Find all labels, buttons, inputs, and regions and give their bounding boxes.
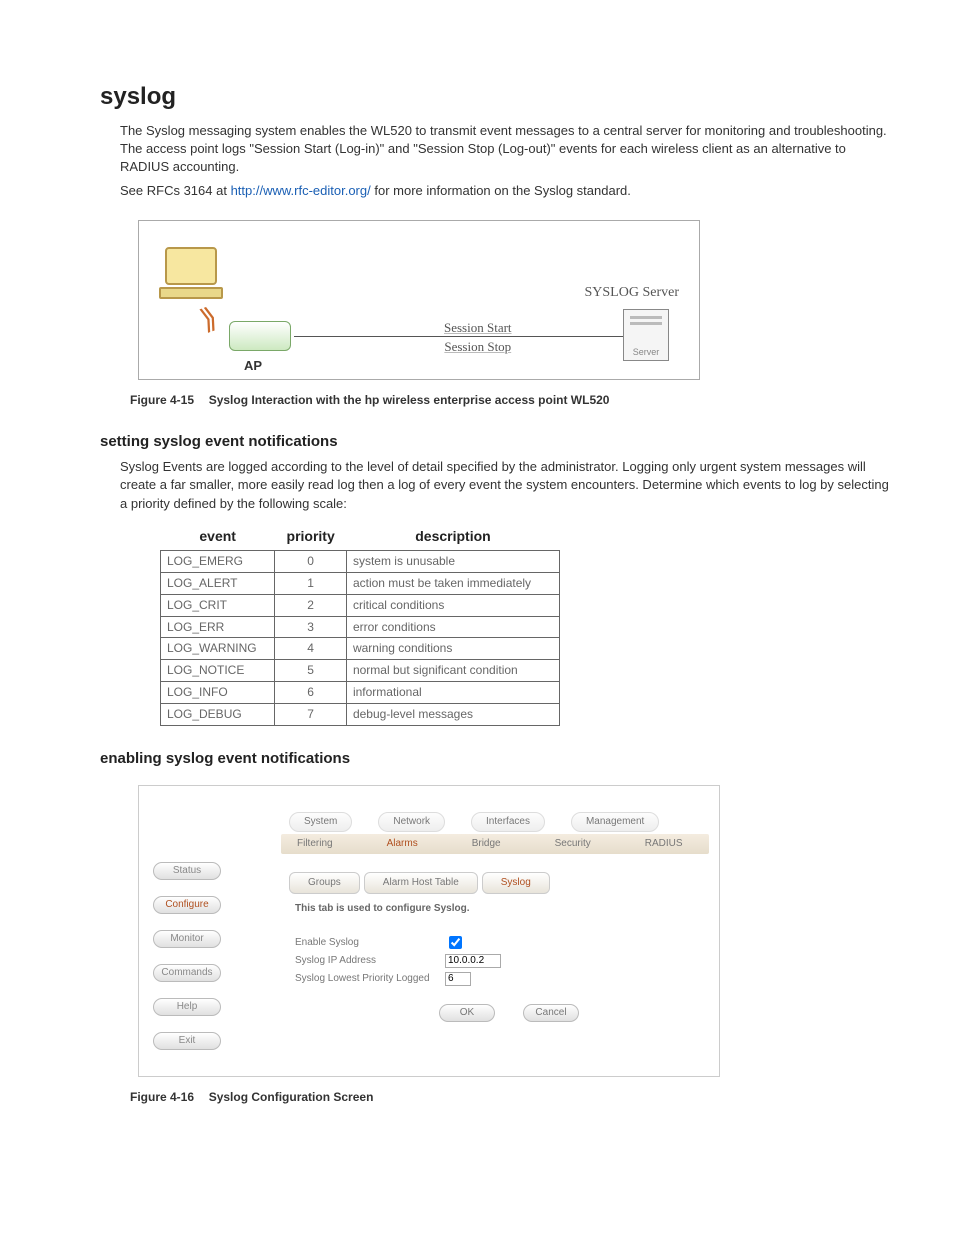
config-tab[interactable]: Syslog [482,872,550,894]
table-row: LOG_EMERG0system is unusable [161,551,560,573]
access-point-icon [229,321,291,351]
intro-text-before-link: See RFCs 3164 at [120,183,231,198]
syslog-server-label: SYSLOG Server [585,283,680,303]
intro-paragraph-2: See RFCs 3164 at http://www.rfc-editor.o… [120,182,894,200]
cell-event: LOG_EMERG [161,551,275,573]
config-screenshot: System Network Interfaces Management Filter… [138,785,720,1077]
left-nav-item[interactable]: Status [153,862,221,880]
cell-description: normal but significant condition [346,660,559,682]
left-nav-item[interactable]: Help [153,998,221,1016]
heading-syslog: syslog [100,80,894,114]
syslog-ip-label: Syslog IP Address [295,954,445,968]
cancel-button[interactable]: Cancel [523,1004,579,1022]
figure-text: Syslog Interaction with the hp wireless … [209,393,610,407]
top-nav-item[interactable]: System [289,812,352,832]
figure-text: Syslog Configuration Screen [209,1090,374,1104]
session-start-label: Session Start [444,319,512,337]
cell-event: LOG_DEBUG [161,703,275,725]
syslog-ip-input[interactable] [445,954,501,968]
sub-nav-item[interactable]: Alarms [387,837,418,851]
session-stop-label: Session Stop [444,338,512,356]
cell-description: debug-level messages [346,703,559,725]
syslog-diagram: ⟫ AP Session Start Session Stop SYSLOG S… [138,220,700,380]
sub-nav-item[interactable]: Filtering [297,837,333,851]
top-nav-item[interactable]: Network [378,812,445,832]
cell-description: informational [346,682,559,704]
cell-event: LOG_CRIT [161,594,275,616]
cell-event: LOG_WARNING [161,638,275,660]
cell-event: LOG_NOTICE [161,660,275,682]
table-row: LOG_ALERT1action must be taken immediate… [161,573,560,595]
laptop-icon [159,247,223,295]
table-row: LOG_DEBUG7debug-level messages [161,703,560,725]
server-box-text: Server [624,346,668,359]
col-description: description [346,523,559,551]
left-nav-item[interactable]: Monitor [153,930,221,948]
figure-4-16-caption: Figure 4-16 Syslog Configuration Screen [130,1089,894,1106]
cell-event: LOG_ERR [161,616,275,638]
server-icon: Server [623,309,669,361]
left-nav: Status Configure Monitor Commands Help Exit [153,862,221,1066]
table-row: LOG_CRIT2critical conditions [161,594,560,616]
cell-event: LOG_INFO [161,682,275,704]
sub-nav: Filtering Alarms Bridge Security RADIUS [281,834,709,854]
config-tab[interactable]: Groups [289,872,360,894]
cell-priority: 5 [275,660,347,682]
setting-paragraph: Syslog Events are logged according to th… [120,458,894,513]
cell-description: critical conditions [346,594,559,616]
intro-paragraph-1: The Syslog messaging system enables the … [120,122,894,177]
cell-description: system is unusable [346,551,559,573]
top-nav-item[interactable]: Management [571,812,659,832]
heading-enabling-syslog: enabling syslog event notifications [100,748,894,769]
tab-row: GroupsAlarm Host TableSyslog [289,872,550,894]
col-event: event [161,523,275,551]
left-nav-item[interactable]: Exit [153,1032,221,1050]
left-nav-item[interactable]: Configure [153,896,221,914]
syslog-priority-label: Syslog Lowest Priority Logged [295,972,445,986]
col-priority: priority [275,523,347,551]
table-row: LOG_WARNING4warning conditions [161,638,560,660]
cell-priority: 3 [275,616,347,638]
figure-4-15-caption: Figure 4-15 Syslog Interaction with the … [130,392,894,409]
enable-syslog-label: Enable Syslog [295,936,445,950]
config-tab[interactable]: Alarm Host Table [364,872,478,894]
cell-priority: 1 [275,573,347,595]
cell-description: error conditions [346,616,559,638]
syslog-priority-input[interactable] [445,972,471,986]
priority-table: event priority description LOG_EMERG0sys… [160,523,560,726]
rfc-link[interactable]: http://www.rfc-editor.org/ [231,183,371,198]
cell-priority: 4 [275,638,347,660]
cell-description: warning conditions [346,638,559,660]
cell-priority: 2 [275,594,347,616]
sub-nav-item[interactable]: Security [555,837,591,851]
top-nav-item[interactable]: Interfaces [471,812,545,832]
cell-priority: 6 [275,682,347,704]
figure-number: Figure 4-15 [130,393,194,407]
session-labels: Session Start Session Stop [444,319,512,355]
heading-setting-syslog: setting syslog event notifications [100,431,894,452]
cell-event: LOG_ALERT [161,573,275,595]
figure-number: Figure 4-16 [130,1090,194,1104]
cell-priority: 0 [275,551,347,573]
table-row: LOG_INFO6informational [161,682,560,704]
cell-description: action must be taken immediately [346,573,559,595]
form-area: Enable Syslog Syslog IP Address Syslog L… [295,934,501,988]
intro-text-after-link: for more information on the Syslog stand… [371,183,631,198]
tab-description: This tab is used to configure Syslog. [295,902,469,916]
sub-nav-item[interactable]: RADIUS [645,837,683,851]
cell-priority: 7 [275,703,347,725]
ok-button[interactable]: OK [439,1004,495,1022]
enable-syslog-checkbox[interactable] [449,936,462,949]
ap-label: AP [244,357,262,375]
table-row: LOG_ERR3error conditions [161,616,560,638]
sub-nav-item[interactable]: Bridge [472,837,501,851]
top-nav: System Network Interfaces Management [289,812,659,832]
left-nav-item[interactable]: Commands [153,964,221,982]
wifi-icon: ⟫ [195,298,223,340]
table-row: LOG_NOTICE5normal but significant condit… [161,660,560,682]
